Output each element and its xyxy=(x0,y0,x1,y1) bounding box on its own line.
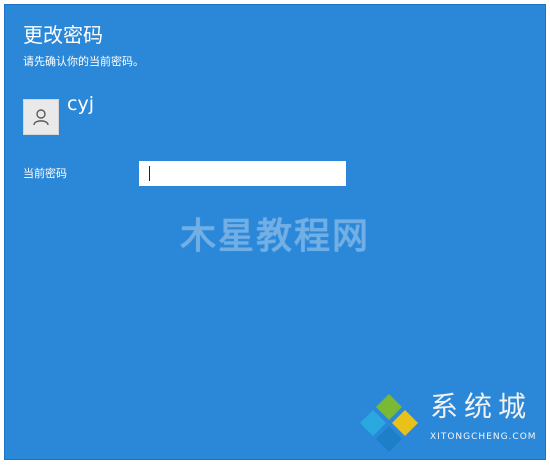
brand-domain: XITONGCHENG.COM xyxy=(430,432,537,442)
text-caret xyxy=(149,166,150,181)
brand-name: 系统城 xyxy=(430,390,533,423)
current-password-label: 当前密码 xyxy=(23,167,67,180)
watermark-text: 木星教程网 xyxy=(179,216,370,257)
brand-logo-icon xyxy=(360,394,418,452)
current-password-input[interactable] xyxy=(139,161,346,186)
username: cyj xyxy=(67,93,94,115)
instruction-text: 请先确认你的当前密码。 xyxy=(23,55,144,68)
brand-watermark: 系统城 XITONGCHENG.COM xyxy=(356,390,542,456)
user-icon xyxy=(33,109,49,126)
page-title: 更改密码 xyxy=(23,23,103,47)
avatar xyxy=(23,99,59,135)
